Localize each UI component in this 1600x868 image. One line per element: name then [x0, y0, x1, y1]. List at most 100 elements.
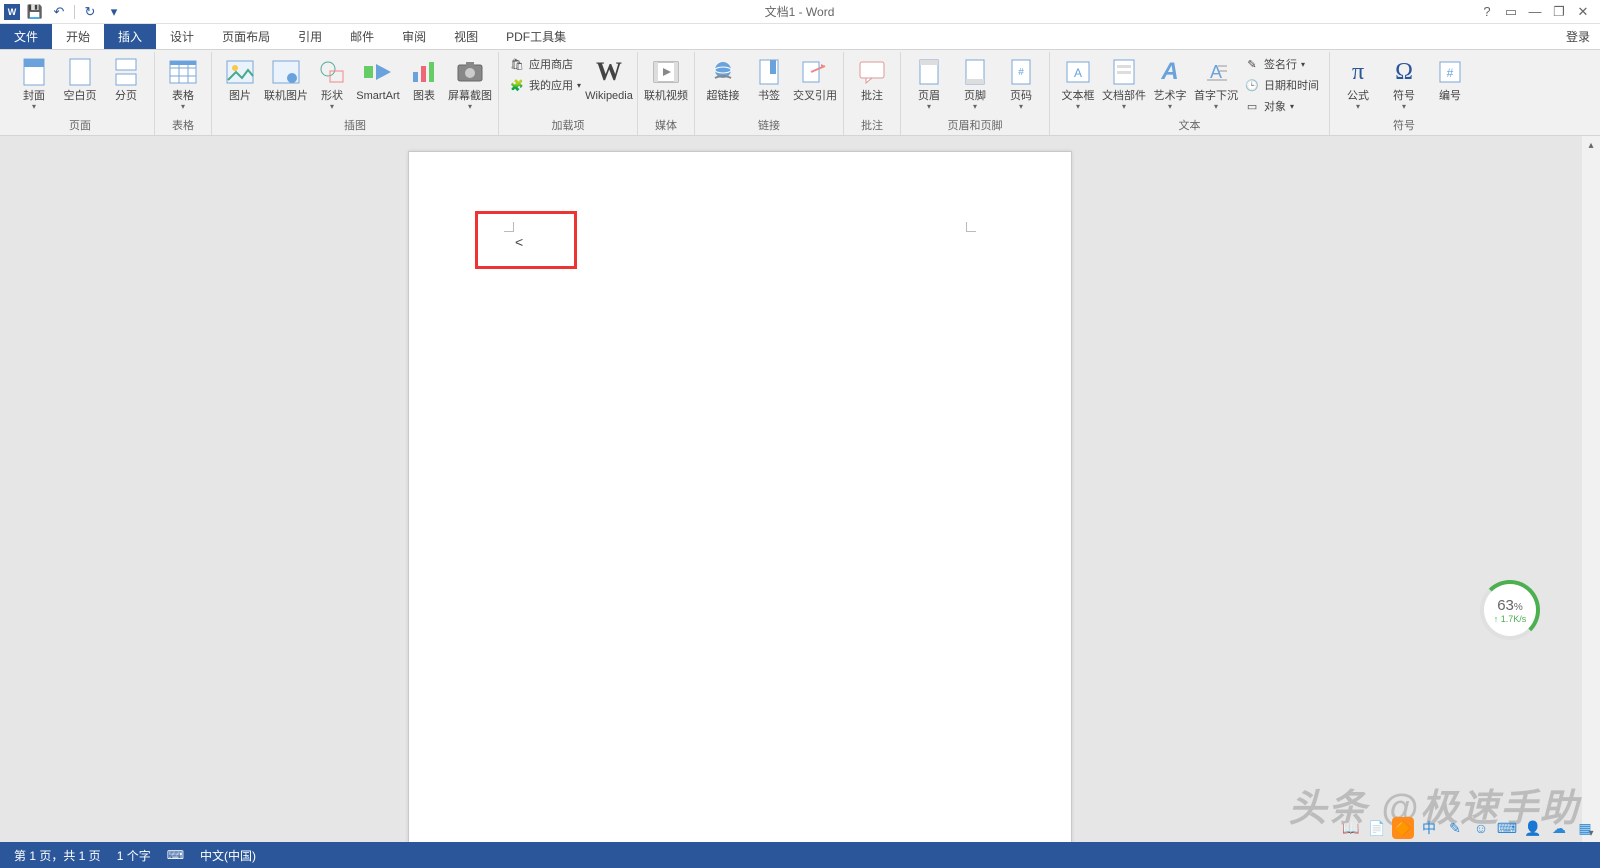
status-word-count[interactable]: 1 个字	[109, 847, 159, 864]
hyperlink-button[interactable]: 超链接	[701, 54, 745, 106]
shapes-icon	[316, 56, 348, 88]
page[interactable]: <	[408, 151, 1072, 842]
document-area: < 63% ↑ 1.7K/s ▴ ▾	[0, 136, 1600, 842]
tray-icon[interactable]: ☁	[1548, 817, 1570, 839]
group-label: 页眉和页脚	[948, 116, 1003, 135]
tab-insert[interactable]: 插入	[104, 24, 156, 49]
tab-references[interactable]: 引用	[284, 24, 336, 49]
close-icon[interactable]: ✕	[1572, 2, 1594, 22]
chart-button[interactable]: 图表	[402, 54, 446, 106]
qat-customize-icon[interactable]: ▾	[105, 3, 123, 21]
wikipedia-icon: W	[593, 56, 625, 88]
quick-parts-button[interactable]: 文档部件▾	[1102, 54, 1146, 113]
network-gauge-widget[interactable]: 63% ↑ 1.7K/s	[1480, 580, 1540, 640]
header-icon	[913, 56, 945, 88]
undo-icon[interactable]: ↶	[50, 3, 68, 21]
ribbon: 封面▾ 空白页 分页 页面 表格▾ 表格 图片	[0, 50, 1600, 136]
bookmark-button[interactable]: 书签	[747, 54, 791, 106]
table-button[interactable]: 表格▾	[161, 54, 205, 113]
annotation-highlight	[475, 211, 577, 269]
read-mode-icon[interactable]: 📖	[1340, 817, 1362, 839]
tray-icon[interactable]: ✎	[1444, 817, 1466, 839]
gauge-percent: 63%	[1497, 597, 1523, 614]
svg-text:#: #	[1447, 66, 1454, 80]
group-label: 文本	[1179, 116, 1201, 135]
print-layout-icon[interactable]: 📄	[1366, 817, 1388, 839]
ribbon-options-icon[interactable]: ▭	[1500, 2, 1522, 22]
tab-mailings[interactable]: 邮件	[336, 24, 388, 49]
equation-button[interactable]: π 公式▾	[1336, 54, 1380, 113]
my-apps-icon: 🧩	[509, 77, 525, 93]
group-links: 超链接 书签 交叉引用 链接	[695, 52, 844, 135]
tab-home[interactable]: 开始	[52, 24, 104, 49]
tab-file[interactable]: 文件	[0, 24, 52, 49]
online-video-button[interactable]: 联机视频	[644, 54, 688, 106]
status-lang-icon[interactable]: ⌨	[159, 848, 192, 862]
help-icon[interactable]: ?	[1476, 2, 1498, 22]
symbol-button[interactable]: Ω 符号▾	[1382, 54, 1426, 113]
signature-line-button[interactable]: ✎签名行 ▾	[1240, 54, 1323, 74]
document-text[interactable]: <	[515, 234, 523, 250]
maximize-icon[interactable]: ❐	[1548, 2, 1570, 22]
redo-icon[interactable]: ↻	[81, 3, 99, 21]
textbox-button[interactable]: A 文本框▾	[1056, 54, 1100, 113]
tab-layout[interactable]: 页面布局	[208, 24, 284, 49]
video-icon	[650, 56, 682, 88]
tab-review[interactable]: 审阅	[388, 24, 440, 49]
store-button[interactable]: 🛍应用商店	[505, 54, 585, 74]
footer-icon	[959, 56, 991, 88]
shapes-button[interactable]: 形状▾	[310, 54, 354, 113]
page-break-button[interactable]: 分页	[104, 54, 148, 106]
page-number-button[interactable]: # 页码▾	[999, 54, 1043, 113]
tab-design[interactable]: 设计	[156, 24, 208, 49]
hyperlink-icon	[707, 56, 739, 88]
ime-lang-icon[interactable]: 中	[1418, 817, 1440, 839]
sign-in-link[interactable]: 登录	[1556, 24, 1600, 49]
datetime-button[interactable]: 🕒日期和时间	[1240, 75, 1323, 95]
my-apps-button[interactable]: 🧩我的应用 ▾	[505, 75, 585, 95]
screenshot-button[interactable]: 屏幕截图▾	[448, 54, 492, 113]
scroll-up-icon[interactable]: ▴	[1582, 136, 1600, 154]
header-button[interactable]: 页眉▾	[907, 54, 951, 113]
group-tables: 表格▾ 表格	[155, 52, 212, 135]
tray-icon[interactable]: 👤	[1522, 817, 1544, 839]
footer-button[interactable]: 页脚▾	[953, 54, 997, 113]
group-media: 联机视频 媒体	[638, 52, 695, 135]
wikipedia-button[interactable]: W Wikipedia	[587, 54, 631, 106]
status-page[interactable]: 第 1 页，共 1 页	[6, 847, 109, 864]
dropcap-button[interactable]: A 首字下沉▾	[1194, 54, 1238, 113]
quick-parts-icon	[1108, 56, 1140, 88]
vertical-scrollbar[interactable]: ▴ ▾	[1582, 136, 1600, 842]
ime-indicator-icon[interactable]: 🔶	[1392, 817, 1414, 839]
picture-button[interactable]: 图片	[218, 54, 262, 106]
save-icon[interactable]: 💾	[26, 3, 44, 21]
comment-button[interactable]: 批注	[850, 54, 894, 106]
online-picture-button[interactable]: 联机图片	[264, 54, 308, 106]
smartart-button[interactable]: SmartArt	[356, 54, 400, 106]
crossref-button[interactable]: 交叉引用	[793, 54, 837, 106]
group-label: 批注	[861, 116, 883, 135]
blank-page-button[interactable]: 空白页	[58, 54, 102, 106]
signature-icon: ✎	[1244, 56, 1260, 72]
number-icon: #	[1434, 56, 1466, 88]
cover-page-button[interactable]: 封面▾	[12, 54, 56, 113]
symbol-icon: Ω	[1388, 56, 1420, 88]
minimize-icon[interactable]: —	[1524, 2, 1546, 22]
status-language[interactable]: 中文(中国)	[192, 847, 264, 864]
group-illustrations: 图片 联机图片 形状▾ SmartArt 图表 屏幕截图▾	[212, 52, 499, 135]
tab-pdf-tools[interactable]: PDF工具集	[492, 24, 580, 49]
comment-icon	[856, 56, 888, 88]
number-button[interactable]: # 编号	[1428, 54, 1472, 106]
group-comments: 批注 批注	[844, 52, 901, 135]
tray-icon[interactable]: ⌨	[1496, 817, 1518, 839]
ribbon-tabs: 文件 开始 插入 设计 页面布局 引用 邮件 审阅 视图 PDF工具集 登录	[0, 24, 1600, 50]
dropcap-icon: A	[1200, 56, 1232, 88]
tray-icon[interactable]: ☺	[1470, 817, 1492, 839]
wordart-icon: A	[1154, 56, 1186, 88]
chart-icon	[408, 56, 440, 88]
object-button[interactable]: ▭对象 ▾	[1240, 96, 1323, 116]
wordart-button[interactable]: A 艺术字▾	[1148, 54, 1192, 113]
tray-icon[interactable]: ▦	[1574, 817, 1596, 839]
tab-view[interactable]: 视图	[440, 24, 492, 49]
group-label: 媒体	[655, 116, 677, 135]
